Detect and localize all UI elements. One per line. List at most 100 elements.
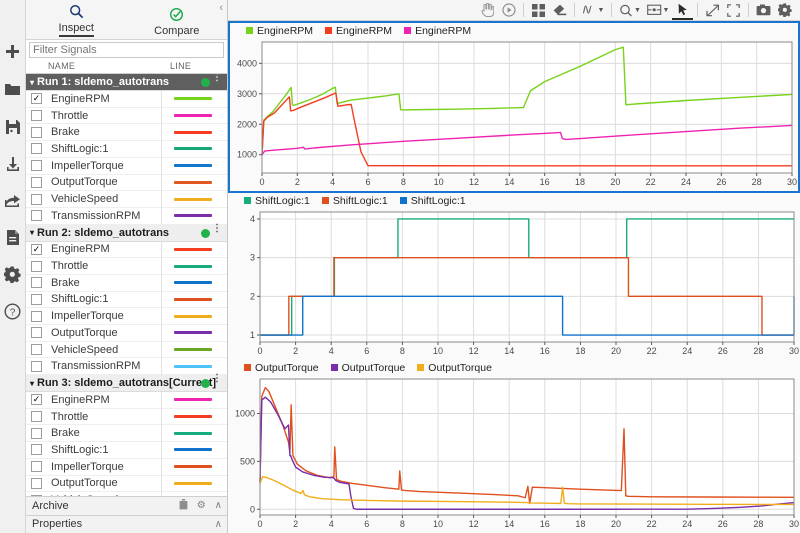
run-icon[interactable] [498,1,519,20]
signal-checkbox[interactable] [31,461,42,473]
signal-checkbox[interactable] [31,176,42,188]
signal-checkbox[interactable] [31,126,42,138]
legend-item[interactable]: EngineRPM [246,25,313,37]
shift-logic-plot-canvas[interactable]: 0 2 4 6 8 10 12 14 16 18 20 22 24 26 28 301234 [228,208,800,360]
signal-row[interactable]: Throttle [26,408,227,426]
pan-icon[interactable] [477,1,498,20]
legend-item[interactable]: OutputTorque [417,362,492,374]
engine-rpm-plot-canvas[interactable]: 0 2 4 6 8 10 12 14 16 18 20 22 24 26 28 301000200030004… [230,38,798,191]
legend-item[interactable]: ShiftLogic:1 [399,195,466,207]
signal-row[interactable]: ImpellerTorque [26,157,227,175]
signal-checkbox[interactable] [31,360,42,372]
signal-row[interactable]: OutputTorque [26,324,227,342]
chevron-down-icon[interactable]: ▼ [634,7,641,14]
signal-checkbox[interactable] [31,427,42,439]
chevron-down-icon[interactable]: ▼ [598,7,605,14]
signal-row[interactable]: ShiftLogic:1 [26,291,227,309]
signal-checkbox[interactable]: ✓ [31,394,42,406]
signal-checkbox[interactable]: ✓ [31,243,42,255]
run-caret-icon[interactable]: ▾ [30,379,34,388]
signal-checkbox[interactable] [31,494,42,497]
signal-row[interactable]: VehicleSpeed [26,190,227,208]
signal-checkbox[interactable] [31,344,42,356]
signal-row[interactable]: TransmissionRPM [26,357,227,376]
report-icon[interactable] [0,219,26,256]
snapshot-icon[interactable] [753,1,774,20]
signal-row[interactable]: OutputTorque [26,174,227,192]
legend-item[interactable]: EngineRPM [325,25,392,37]
signal-checkbox[interactable] [31,160,42,172]
signal-row[interactable]: VehicleSpeed [26,341,227,359]
signal-checkbox[interactable]: ✓ [31,93,42,105]
settings-gear-icon[interactable] [774,1,795,20]
signal-row[interactable]: OutputTorque [26,475,227,493]
run-menu-icon[interactable]: ⋮ [212,374,222,384]
signal-row[interactable]: ✓ EngineRPM [26,90,227,108]
signal-checkbox[interactable] [31,143,42,155]
legend-item[interactable]: ShiftLogic:1 [321,195,388,207]
signal-trace-icon[interactable]: ▼ [579,1,607,20]
signal-row[interactable]: Throttle [26,107,227,125]
add-icon[interactable] [0,34,26,71]
signal-row[interactable]: ShiftLogic:1 [26,140,227,158]
signal-checkbox[interactable] [31,477,42,489]
signal-checkbox[interactable] [31,310,42,322]
run-header-3[interactable]: ▾ Run 3: sldemo_autotrans[Current] ⋮ [26,374,227,393]
legend-item[interactable]: ShiftLogic:1 [244,195,310,207]
cursor-arrow-icon[interactable] [672,1,693,20]
signal-row[interactable]: Brake [26,123,227,142]
signal-checkbox[interactable] [31,327,42,339]
signal-row[interactable]: Brake [26,424,227,443]
expand-icon[interactable] [723,1,744,20]
save-icon[interactable] [0,108,26,145]
run-caret-icon[interactable]: ▾ [30,228,34,237]
signal-row[interactable]: ImpellerTorque [26,458,227,476]
legend-item[interactable]: OutputTorque [244,362,319,374]
fit-to-view-icon[interactable] [702,1,723,20]
signal-checkbox[interactable] [31,444,42,456]
signal-row[interactable]: ShiftLogic:1 [26,441,227,459]
signal-checkbox[interactable] [31,293,42,305]
trash-icon[interactable] [179,498,188,513]
output-torque-plot[interactable]: OutputTorque OutputTorque OutputTorque 0 2 4 6… [228,360,800,533]
eraser-icon[interactable] [549,1,570,20]
run-header-2[interactable]: ▾ Run 2: sldemo_autotrans ⋮ [26,223,227,242]
signal-checkbox[interactable] [31,277,42,289]
signal-row[interactable]: ✓ EngineRPM [26,391,227,409]
shift-logic-plot[interactable]: ShiftLogic:1 ShiftLogic:1 ShiftLogic:1 0 2 4 6… [228,193,800,360]
zoom-region-icon[interactable]: ▼ [644,1,672,20]
legend-item[interactable]: EngineRPM [404,25,471,37]
signal-checkbox[interactable] [31,193,42,205]
help-icon[interactable]: ? [0,293,26,330]
chevron-down-icon[interactable]: ▼ [663,7,670,14]
signal-tree[interactable]: ▾ Run 1: sldemo_autotrans ⋮ ✓ EngineRPM Throt… [26,74,227,497]
signal-row[interactable]: Brake [26,274,227,292]
run-menu-icon[interactable]: ⋮ [212,223,222,233]
run-header-1[interactable]: ▾ Run 1: sldemo_autotrans ⋮ [26,74,227,92]
signal-row[interactable]: TransmissionRPM [26,207,227,225]
zoom-icon[interactable]: ▼ [616,1,644,20]
archive-chevron-icon[interactable]: ∧ [215,500,222,511]
collapse-panel-icon[interactable]: ‹ [219,3,223,14]
signal-row[interactable]: Throttle [26,257,227,275]
archive-section[interactable]: Archive ⚙ ∧ [26,496,227,515]
tab-inspect[interactable]: Inspect [26,0,127,39]
folder-open-icon[interactable] [0,71,26,108]
properties-section[interactable]: Properties ∧ [26,514,227,533]
legend-item[interactable]: OutputTorque [330,362,405,374]
filter-signals-input[interactable] [29,42,224,58]
engine-rpm-plot[interactable]: EngineRPM EngineRPM EngineRPM 0 2 4 6 8 10 12 14 16… [228,21,800,193]
layout-grid-icon[interactable] [528,1,549,20]
run-menu-icon[interactable]: ⋮ [212,74,222,83]
output-torque-plot-canvas[interactable]: 0 2 4 6 8 10 12 14 16 18 20 22 24 26 28 3005001000 [228,375,800,533]
signal-row[interactable]: ✓ EngineRPM [26,241,227,259]
share-icon[interactable] [0,182,26,219]
signal-row[interactable]: ImpellerTorque [26,307,227,325]
signal-checkbox[interactable] [31,210,42,222]
signal-row[interactable]: VehicleSpeed [26,491,227,497]
run-caret-icon[interactable]: ▾ [30,78,34,87]
signal-checkbox[interactable] [31,260,42,272]
archive-gear-icon[interactable]: ⚙ [197,500,206,511]
properties-chevron-icon[interactable]: ∧ [215,519,222,530]
signal-checkbox[interactable] [31,411,42,423]
